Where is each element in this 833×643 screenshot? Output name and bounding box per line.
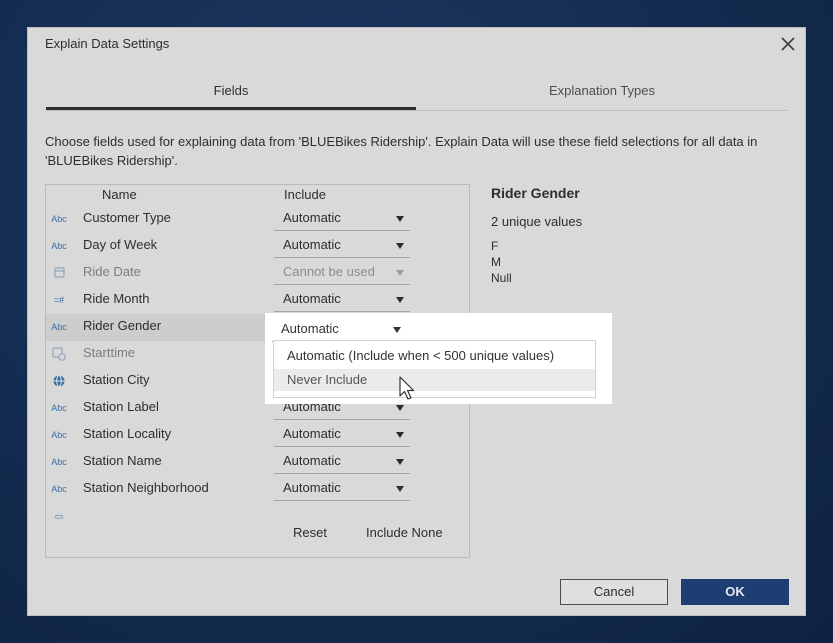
menu-item-label: Never Include	[287, 372, 368, 387]
chevron-down-icon	[396, 270, 404, 276]
menu-item-label: Automatic (Include when < 500 unique val…	[287, 348, 555, 363]
chevron-down-icon	[396, 432, 404, 438]
field-name: Rider Gender	[83, 318, 162, 333]
dialog-title: Explain Data Settings	[45, 36, 170, 51]
menu-item-automatic[interactable]: Automatic (Include when < 500 unique val…	[274, 345, 595, 367]
calendar-icon	[54, 267, 65, 278]
globe-icon	[53, 375, 65, 387]
field-row-ride-month[interactable]: =# Ride Month Automatic	[46, 287, 469, 314]
tab-fields[interactable]: Fields	[46, 80, 416, 110]
calendar-clock-icon	[52, 347, 66, 361]
tab-bar: Fields Explanation Types	[46, 80, 788, 111]
field-row-station-locality[interactable]: Abc Station Locality Automatic	[46, 422, 469, 449]
chevron-down-icon	[396, 405, 404, 411]
field-type-icon: ▭	[54, 511, 64, 521]
string-type-icon: Abc	[51, 457, 67, 467]
details-values-list: F M Null	[491, 238, 512, 286]
chevron-down-icon	[396, 486, 404, 492]
field-name: Station Neighborhood	[83, 480, 209, 495]
chevron-down-icon	[396, 243, 404, 249]
explain-data-settings-dialog: Explain Data Settings Fields Explanation…	[27, 27, 806, 616]
string-type-icon: Abc	[51, 241, 67, 251]
include-options-menu: Automatic (Include when < 500 unique val…	[273, 340, 596, 398]
field-name: Customer Type	[83, 210, 171, 225]
field-name: Ride Month	[83, 291, 150, 306]
chevron-down-icon	[396, 297, 404, 303]
ok-button[interactable]: OK	[681, 579, 789, 605]
description-text: Choose fields used for explaining data f…	[45, 134, 758, 168]
column-header-include: Include	[284, 187, 326, 202]
close-icon[interactable]	[777, 33, 799, 55]
string-type-icon: Abc	[51, 484, 67, 494]
cancel-button[interactable]: Cancel	[560, 579, 668, 605]
field-row-day-of-week[interactable]: Abc Day of Week Automatic	[46, 233, 469, 260]
number-type-icon: =#	[53, 295, 65, 305]
include-value: Automatic	[281, 321, 339, 336]
include-value: Automatic	[283, 291, 341, 306]
details-unique-count: 2 unique values	[491, 214, 583, 229]
details-title: Rider Gender	[491, 185, 580, 201]
include-none-link[interactable]: Include None	[366, 525, 443, 540]
field-name: Station City	[83, 372, 150, 387]
string-type-icon: Abc	[51, 322, 67, 332]
include-dropdown[interactable]: Automatic	[274, 449, 410, 474]
include-value: Automatic	[283, 480, 341, 495]
details-value: M	[491, 255, 501, 269]
string-type-icon: Abc	[51, 403, 67, 413]
field-name: Day of Week	[83, 237, 158, 252]
field-row-ride-date: Ride Date Cannot be used	[46, 260, 469, 287]
include-dropdown-popup: Automatic Automatic (Include when < 500 …	[265, 313, 612, 404]
string-type-icon: Abc	[51, 214, 67, 224]
include-value: Automatic	[283, 210, 341, 225]
tab-explanation-types[interactable]: Explanation Types	[416, 80, 788, 110]
dialog-titlebar: Explain Data Settings	[28, 28, 805, 61]
include-value: Automatic	[283, 426, 341, 441]
include-dropdown-open[interactable]: Automatic	[272, 317, 407, 342]
field-name: Station Name	[83, 453, 162, 468]
include-dropdown[interactable]: Automatic	[274, 233, 410, 258]
chevron-down-icon	[393, 327, 401, 333]
menu-item-never-include[interactable]: Never Include	[274, 369, 595, 391]
field-name: Starttime	[83, 345, 136, 360]
include-dropdown[interactable]: Automatic	[274, 422, 410, 447]
include-value: Automatic	[283, 453, 341, 468]
reset-link[interactable]: Reset	[293, 525, 327, 540]
field-row-customer-type[interactable]: Abc Customer Type Automatic	[46, 206, 469, 233]
column-header-name: Name	[102, 187, 137, 202]
include-dropdown-disabled: Cannot be used	[274, 260, 410, 285]
details-value: F	[491, 239, 499, 253]
field-row-station-name[interactable]: Abc Station Name Automatic	[46, 449, 469, 476]
field-name: Station Locality	[83, 426, 172, 441]
chevron-down-icon	[396, 216, 404, 222]
chevron-down-icon	[396, 459, 404, 465]
mouse-pointer-icon	[399, 376, 415, 400]
include-dropdown[interactable]: Automatic	[274, 476, 410, 501]
field-row-station-neighborhood[interactable]: Abc Station Neighborhood Automatic	[46, 476, 469, 503]
field-name: Station Label	[83, 399, 159, 414]
details-value: Null	[491, 271, 512, 285]
string-type-icon: Abc	[51, 430, 67, 440]
include-value: Cannot be used	[283, 264, 375, 279]
include-dropdown[interactable]: Automatic	[274, 287, 410, 312]
include-value: Automatic	[283, 237, 341, 252]
include-dropdown[interactable]: Automatic	[274, 206, 410, 231]
field-name: Ride Date	[83, 264, 141, 279]
